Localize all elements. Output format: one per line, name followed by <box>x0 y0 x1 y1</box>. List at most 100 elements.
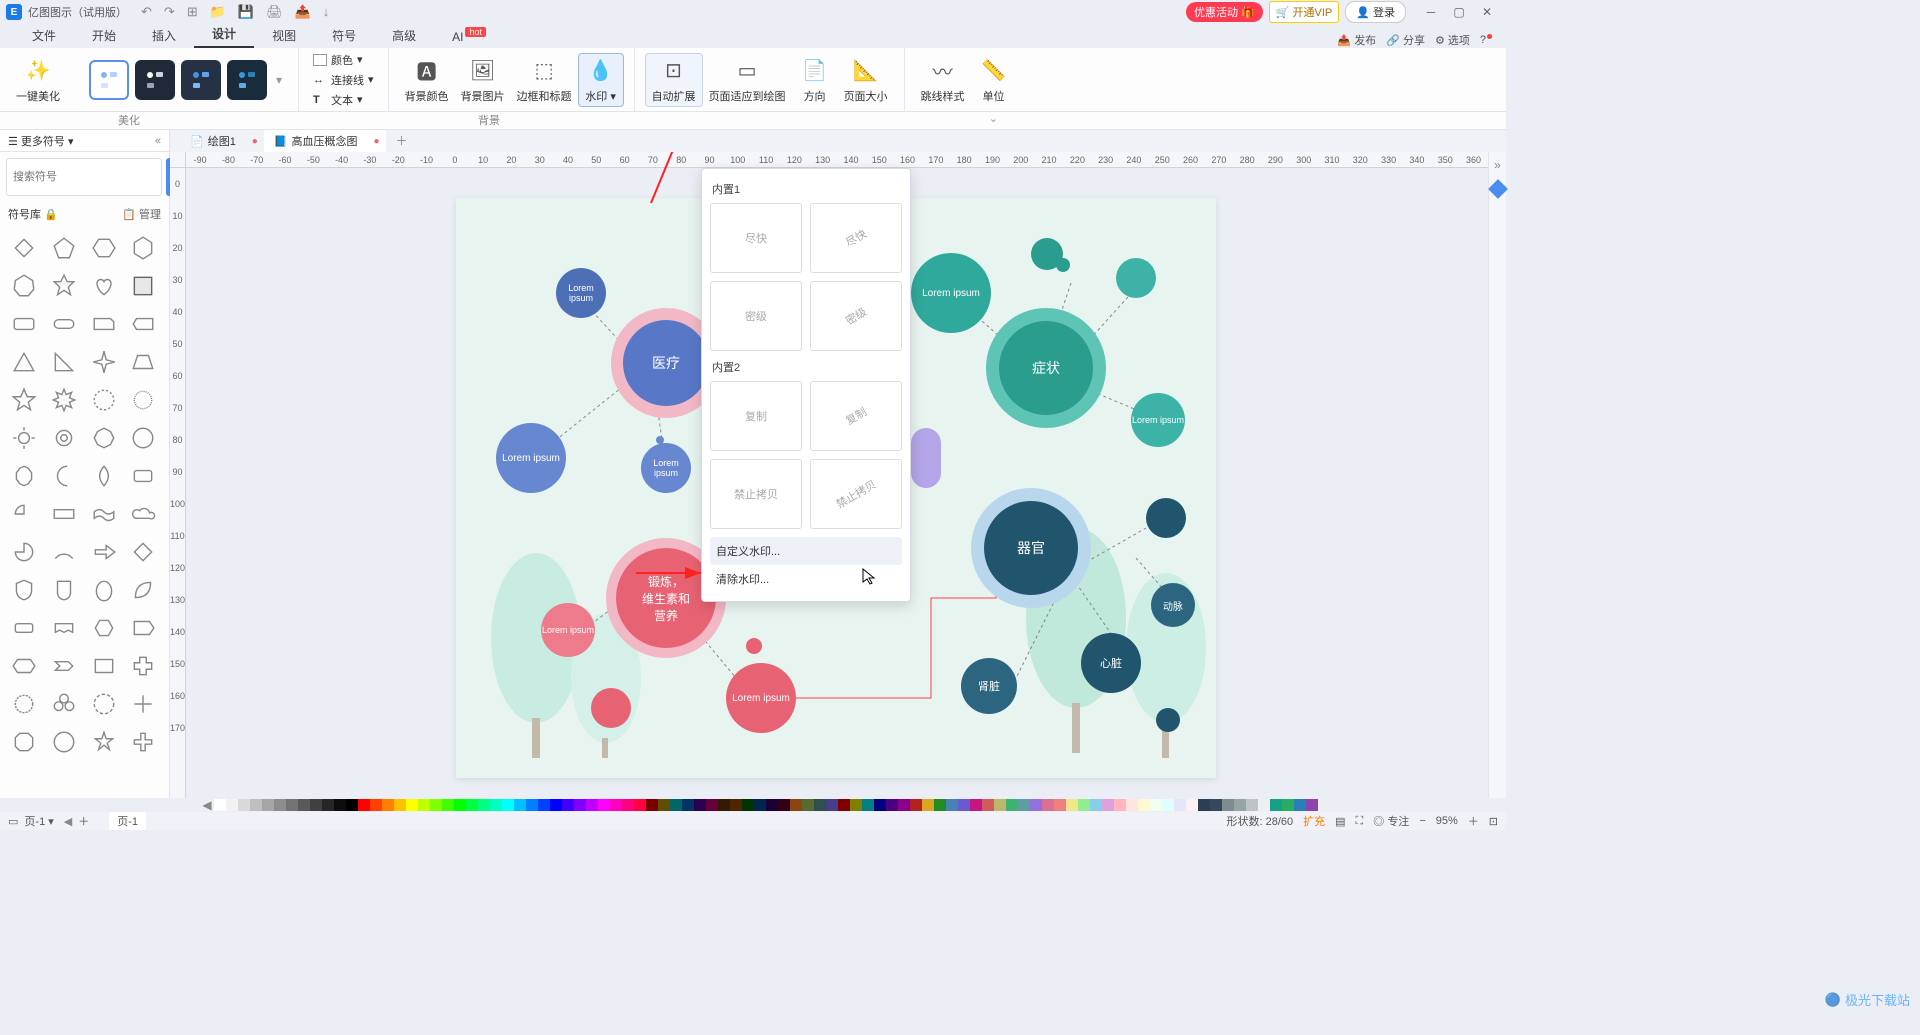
menu-ai[interactable]: AIhot <box>434 26 504 48</box>
color-swatch[interactable] <box>1066 799 1078 811</box>
color-swatch[interactable] <box>1078 799 1090 811</box>
theme-preset-1[interactable] <box>89 60 129 100</box>
color-swatch[interactable] <box>562 799 574 811</box>
menu-advanced[interactable]: 高级 <box>374 23 434 48</box>
bubble-heart[interactable]: 心脏 <box>1081 633 1141 693</box>
color-swatch[interactable] <box>1090 799 1102 811</box>
menu-insert[interactable]: 插入 <box>134 23 194 48</box>
minimize-icon[interactable]: ─ <box>1418 3 1444 21</box>
bubble-medical[interactable]: 医疗 <box>623 320 709 406</box>
page-tab[interactable]: 页-1 <box>109 812 146 830</box>
fit-icon[interactable]: ⛶ <box>1356 815 1364 828</box>
color-swatch[interactable] <box>502 799 514 811</box>
wm-clear-action[interactable]: 清除水印... <box>710 565 902 593</box>
shape-rect4[interactable] <box>88 650 120 682</box>
shape-heart[interactable] <box>88 270 120 302</box>
add-page-button[interactable]: ＋ <box>78 813 89 829</box>
page-selector[interactable]: 页-1 ▾ <box>24 813 53 829</box>
wm-preset-asap-rot[interactable]: 尽快 <box>810 203 902 273</box>
bubble-lorem-3[interactable]: Lorem ipsum <box>641 443 691 493</box>
zoom-level[interactable]: 95% <box>1436 815 1458 827</box>
color-swatch[interactable] <box>994 799 1006 811</box>
shape-square-sel[interactable] <box>127 270 159 302</box>
fit-drawing-button[interactable]: ▭页面适应到绘图 <box>703 54 792 106</box>
color-dropdown[interactable]: 颜色 ▾ <box>309 51 378 69</box>
color-swatch[interactable] <box>838 799 850 811</box>
color-swatch[interactable] <box>658 799 670 811</box>
color-swatch[interactable] <box>874 799 886 811</box>
color-swatch[interactable] <box>418 799 430 811</box>
new-icon[interactable]: ⊞ <box>187 4 198 20</box>
shape-diamond2[interactable] <box>127 536 159 568</box>
menu-symbol[interactable]: 符号 <box>314 23 374 48</box>
bubble-lorem-7[interactable]: Lorem ipsum <box>726 663 796 733</box>
focus-mode-button[interactable]: ◎ 专注 <box>1373 813 1409 829</box>
color-swatch[interactable] <box>358 799 370 811</box>
color-swatch[interactable] <box>1162 799 1174 811</box>
color-swatch[interactable] <box>934 799 946 811</box>
shape-rect2[interactable] <box>127 460 159 492</box>
color-swatch[interactable] <box>394 799 406 811</box>
theme-preset-2[interactable] <box>135 60 175 100</box>
color-swatch[interactable] <box>610 799 622 811</box>
color-swatch[interactable] <box>226 799 238 811</box>
color-swatch[interactable] <box>1054 799 1066 811</box>
color-swatch[interactable] <box>298 799 310 811</box>
color-swatch[interactable] <box>274 799 286 811</box>
maximize-icon[interactable]: ▢ <box>1446 3 1472 21</box>
color-swatch[interactable] <box>1030 799 1042 811</box>
color-swatch[interactable] <box>466 799 478 811</box>
menu-start[interactable]: 开始 <box>74 23 134 48</box>
shape-star6[interactable] <box>48 270 80 302</box>
print-icon[interactable]: 🖨 <box>266 4 283 20</box>
theme-more-icon[interactable]: ▾ <box>276 73 282 87</box>
direction-button[interactable]: 📄方向 <box>792 54 838 106</box>
wm-preset-asap[interactable]: 尽快 <box>710 203 802 273</box>
zoom-out-icon[interactable]: − <box>1419 815 1425 827</box>
shape-hex4[interactable] <box>8 650 40 682</box>
color-swatch[interactable] <box>862 799 874 811</box>
bubble-kidney[interactable]: 肾脏 <box>961 658 1017 714</box>
beautify-button[interactable]: ✨一键美化 <box>10 54 66 106</box>
view-mode-icon[interactable]: ▭ <box>8 815 18 828</box>
color-swatch[interactable] <box>430 799 442 811</box>
color-swatch[interactable] <box>478 799 490 811</box>
color-swatch[interactable] <box>682 799 694 811</box>
shape-arrow[interactable] <box>88 536 120 568</box>
shape-cloud[interactable] <box>127 498 159 530</box>
color-swatch[interactable] <box>706 799 718 811</box>
promo-button[interactable]: 优惠活动 🎁 <box>1186 2 1263 22</box>
doc-tab-2[interactable]: 📘 高血压概念图● <box>264 130 386 152</box>
shape-badge[interactable] <box>127 422 159 454</box>
shape-hexagon[interactable] <box>88 232 120 264</box>
color-swatch[interactable] <box>646 799 658 811</box>
open-icon[interactable]: 📁 <box>210 4 226 20</box>
shape-arc[interactable] <box>48 536 80 568</box>
shape-gear[interactable] <box>48 422 80 454</box>
shape-leaf[interactable] <box>127 574 159 606</box>
shape-hex3[interactable] <box>88 612 120 644</box>
shape-pie[interactable] <box>8 536 40 568</box>
undo-icon[interactable]: ↶ <box>141 4 152 20</box>
color-swatch[interactable] <box>718 799 730 811</box>
color-swatch[interactable] <box>634 799 646 811</box>
shape-pentagon[interactable] <box>48 232 80 264</box>
shape-star4[interactable] <box>88 346 120 378</box>
color-swatch[interactable] <box>814 799 826 811</box>
shape-quad[interactable] <box>8 498 40 530</box>
color-swatch[interactable] <box>670 799 682 811</box>
login-button[interactable]: 👤 登录 <box>1345 1 1406 23</box>
vip-button[interactable]: 🛒 开通VIP <box>1269 1 1340 23</box>
border-title-button[interactable]: ⬚边框和标题 <box>511 54 578 106</box>
color-swatch[interactable] <box>826 799 838 811</box>
color-swatch[interactable] <box>1114 799 1126 811</box>
shape-roundrect[interactable] <box>8 308 40 340</box>
shape-sun[interactable] <box>8 422 40 454</box>
shape-star5[interactable] <box>8 384 40 416</box>
close-icon[interactable]: ✕ <box>1474 3 1500 21</box>
color-swatch[interactable] <box>898 799 910 811</box>
wm-preset-nocopy[interactable]: 禁止拷贝 <box>710 459 802 529</box>
auto-expand-button[interactable]: ⊡自动扩展 <box>645 53 703 107</box>
shape-drop[interactable] <box>88 460 120 492</box>
options-button[interactable]: ⚙ 选项 <box>1435 32 1470 48</box>
